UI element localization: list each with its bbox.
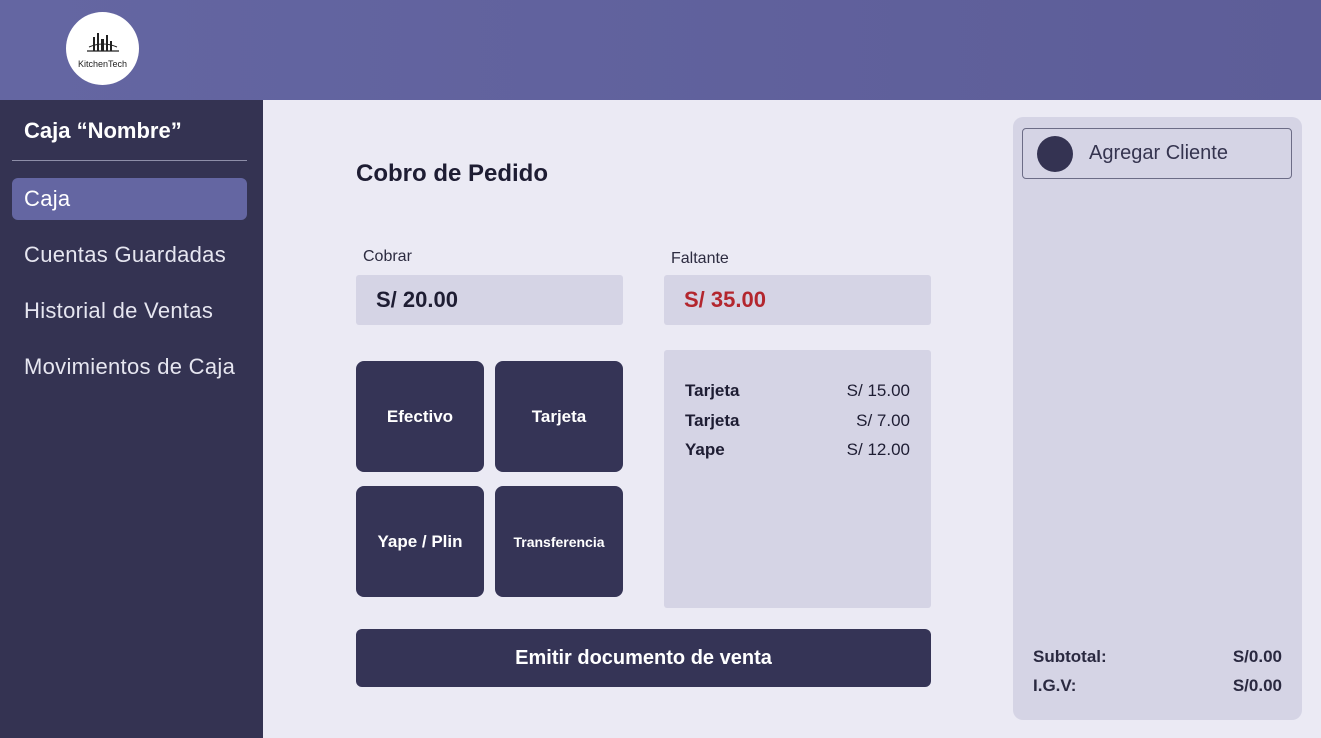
yape-plin-button[interactable]: Yape / Plin bbox=[356, 486, 484, 597]
sidebar-item-caja[interactable]: Caja bbox=[12, 178, 247, 220]
igv-row: I.G.V: S/0.00 bbox=[1033, 676, 1282, 696]
payment-method: Tarjeta bbox=[685, 381, 740, 400]
cobrar-amount-field[interactable]: S/ 20.00 bbox=[356, 275, 623, 325]
payment-row[interactable]: Yape S/ 12.00 bbox=[685, 439, 910, 461]
avatar bbox=[1037, 135, 1073, 172]
top-bar: KitchenTech bbox=[0, 0, 1321, 100]
sidebar-item-cuentas-guardadas[interactable]: Cuentas Guardadas bbox=[12, 234, 247, 276]
city-skyline-icon bbox=[86, 32, 119, 52]
logo-text: KitchenTech bbox=[77, 58, 128, 69]
payment-method: Tarjeta bbox=[685, 411, 740, 430]
payment-amount: S/ 15.00 bbox=[846, 381, 910, 400]
sidebar-item-movimientos-de-caja[interactable]: Movimientos de Caja bbox=[12, 346, 247, 388]
sidebar-item-historial-de-ventas[interactable]: Historial de Ventas bbox=[12, 290, 247, 332]
tarjeta-button[interactable]: Tarjeta bbox=[495, 361, 623, 472]
subtotal-label: Subtotal: bbox=[1033, 647, 1107, 666]
order-summary-panel: Agregar Cliente Subtotal: S/0.00 I.G.V: … bbox=[1013, 117, 1302, 720]
igv-label: I.G.V: bbox=[1033, 676, 1077, 695]
subtotal-value: S/0.00 bbox=[1232, 647, 1282, 666]
payment-method: Yape bbox=[685, 440, 725, 459]
transferencia-button[interactable]: Transferencia bbox=[495, 486, 623, 597]
igv-value: S/0.00 bbox=[1232, 676, 1282, 695]
kitchentech-logo[interactable]: KitchenTech bbox=[66, 12, 139, 85]
subtotal-row: Subtotal: S/0.00 bbox=[1033, 647, 1282, 667]
add-client-label: Agregar Cliente bbox=[1089, 142, 1228, 164]
payment-amount: S/ 12.00 bbox=[846, 440, 910, 459]
payment-row[interactable]: Tarjeta S/ 15.00 bbox=[685, 380, 910, 402]
efectivo-button[interactable]: Efectivo bbox=[356, 361, 484, 472]
sidebar-title: Caja “Nombre” bbox=[24, 118, 182, 143]
cobrar-label: Cobrar bbox=[363, 248, 412, 265]
page-title: Cobro de Pedido bbox=[356, 160, 548, 187]
sidebar-divider bbox=[12, 160, 247, 161]
faltante-label: Faltante bbox=[671, 250, 729, 267]
payment-row[interactable]: Tarjeta S/ 7.00 bbox=[685, 410, 910, 432]
add-client-button[interactable]: Agregar Cliente bbox=[1022, 128, 1292, 179]
payment-amount: S/ 7.00 bbox=[856, 411, 910, 430]
payments-list: Tarjeta S/ 15.00 Tarjeta S/ 7.00 Yape S/… bbox=[664, 350, 931, 608]
faltante-amount: S/ 35.00 bbox=[664, 275, 931, 325]
emit-document-button[interactable]: Emitir documento de venta bbox=[356, 629, 931, 687]
